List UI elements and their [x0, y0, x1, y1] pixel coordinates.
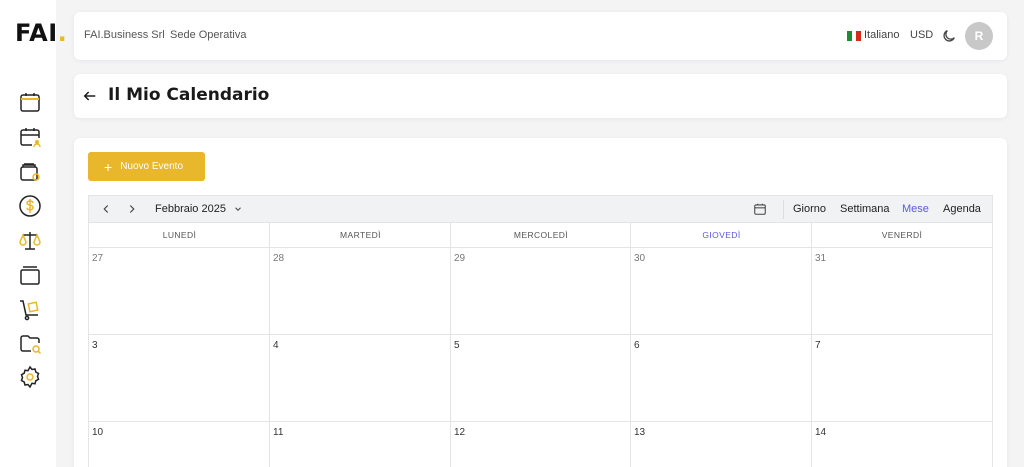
plus-icon: + [104, 158, 113, 175]
sidebar: FAI. [0, 0, 67, 467]
grid-divider [89, 421, 992, 422]
top-bar: FAI.Business Srl Sede Operativa Italiano… [74, 12, 1007, 60]
view-agenda[interactable]: Agenda [943, 203, 981, 215]
grid-divider [89, 334, 992, 335]
day-cell[interactable]: 13 [634, 427, 645, 438]
month-grid: LUNEDÌ MARTEDÌ MERCOLEDÌ GIOVEDÌ VENERDÌ… [88, 222, 993, 467]
day-cell[interactable]: 14 [815, 427, 826, 438]
chevron-right-icon[interactable] [125, 202, 139, 216]
logo[interactable]: FAI. [15, 19, 67, 47]
grid-divider [811, 223, 812, 467]
language-selector[interactable]: Italiano [864, 29, 899, 41]
toolbar-divider [783, 200, 784, 219]
italy-flag-icon[interactable] [847, 31, 862, 41]
calendar-icon[interactable] [18, 90, 42, 114]
day-cell[interactable]: 31 [815, 253, 826, 264]
day-cell[interactable]: 11 [273, 427, 283, 438]
title-bar: Il Mio Calendario [74, 74, 1007, 118]
day-cell[interactable]: 5 [454, 340, 460, 351]
calendar-picker-icon[interactable] [753, 202, 767, 216]
grid-divider [630, 223, 631, 467]
day-cell[interactable]: 10 [92, 427, 103, 438]
avatar[interactable]: R [965, 22, 993, 50]
chevron-down-icon[interactable] [233, 204, 243, 214]
new-event-label: Nuovo Evento [120, 161, 184, 172]
wallet-icon[interactable] [18, 160, 42, 184]
scales-icon[interactable] [18, 229, 42, 253]
day-cell[interactable]: 4 [273, 340, 279, 351]
view-month[interactable]: Mese [902, 203, 929, 215]
location-name[interactable]: Sede Operativa [170, 29, 246, 41]
hand-truck-icon[interactable] [18, 298, 42, 322]
view-week[interactable]: Settimana [840, 203, 890, 215]
moon-icon[interactable] [941, 28, 957, 44]
day-cell[interactable]: 7 [815, 340, 821, 351]
grid-divider [269, 223, 270, 467]
day-cell[interactable]: 12 [454, 427, 465, 438]
weekday-thursday: GIOVEDÌ [631, 223, 812, 248]
current-month[interactable]: Febbraio 2025 [155, 203, 226, 215]
company-name[interactable]: FAI.Business Srl [84, 29, 165, 41]
day-cell[interactable]: 27 [92, 253, 103, 264]
arrow-left-icon[interactable] [82, 88, 98, 104]
folder-search-icon[interactable] [18, 332, 42, 356]
day-cell[interactable]: 6 [634, 340, 640, 351]
dollar-icon[interactable] [18, 194, 42, 218]
calendar-toolbar: Febbraio 2025 Giorno Settimana Mese Agen… [88, 195, 993, 222]
calendar-user-icon[interactable] [18, 125, 42, 149]
calendar-card: + Nuovo Evento Febbraio 2025 Giorno Sett… [74, 138, 1007, 467]
day-cell[interactable]: 3 [92, 340, 98, 351]
new-event-button[interactable]: + Nuovo Evento [88, 152, 205, 181]
stack-icon[interactable] [18, 263, 42, 287]
day-cell[interactable]: 28 [273, 253, 284, 264]
weekday-wednesday: MERCOLEDÌ [451, 223, 631, 248]
page-title: Il Mio Calendario [108, 85, 270, 105]
day-cell[interactable]: 30 [634, 253, 645, 264]
weekday-tuesday: MARTEDÌ [270, 223, 451, 248]
weekday-monday: LUNEDÌ [89, 223, 270, 248]
chevron-left-icon[interactable] [99, 202, 113, 216]
gear-icon[interactable] [18, 365, 42, 389]
grid-divider [450, 223, 451, 467]
currency-selector[interactable]: USD [910, 29, 933, 41]
weekday-friday: VENERDÌ [812, 223, 992, 248]
day-cell[interactable]: 29 [454, 253, 465, 264]
view-day[interactable]: Giorno [793, 203, 826, 215]
